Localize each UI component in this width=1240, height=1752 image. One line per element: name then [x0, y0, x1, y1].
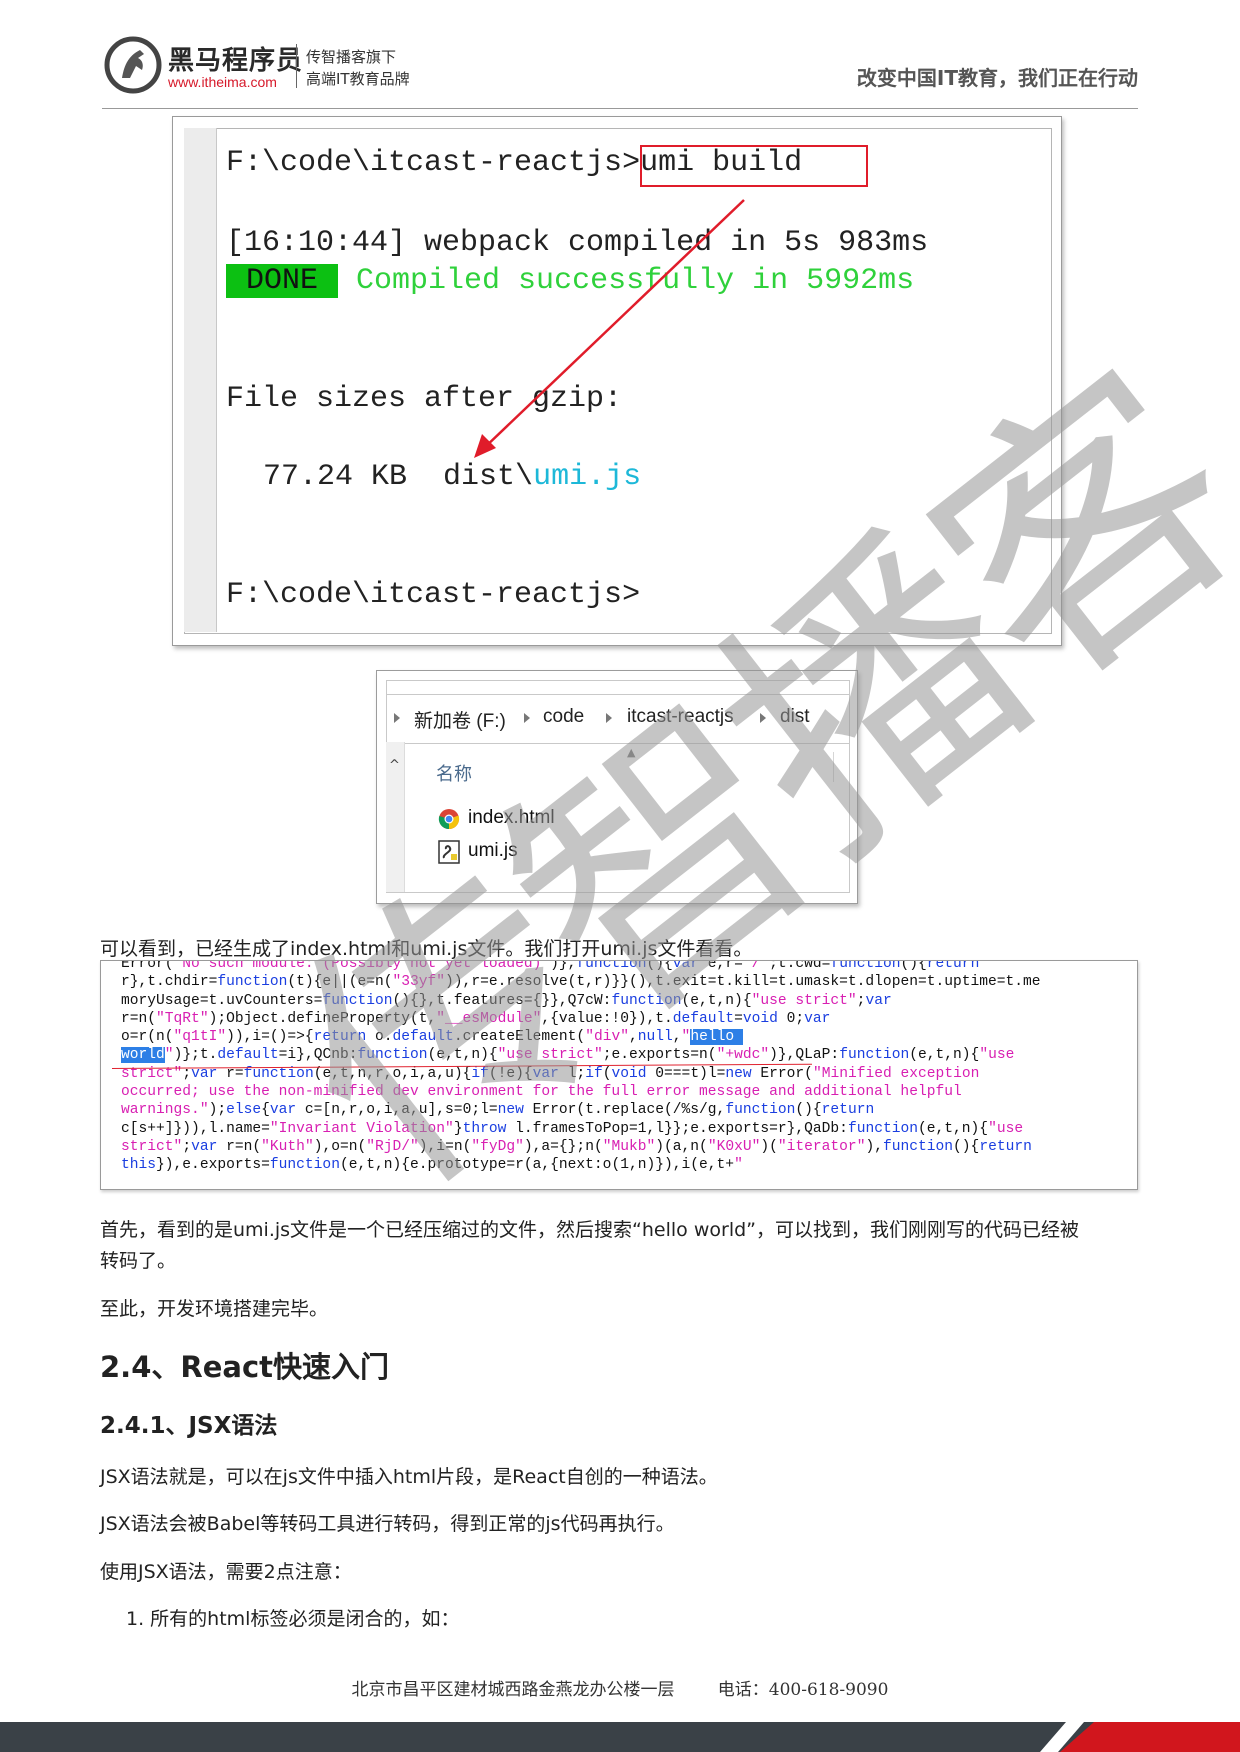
footer-address: 北京市昌平区建材城西路金燕龙办公楼一层: [351, 1680, 675, 1700]
code-line: strict";var r=n("Kuth"),o=n("RjD/"),i=n(…: [121, 1138, 1032, 1155]
paragraph-jsx-notes: 使用JSX语法，需要2点注意：: [100, 1561, 352, 1583]
footer-phone: 电话：400-618-9090: [717, 1680, 889, 1700]
horse-logo-icon: [104, 36, 162, 94]
logo-divider: [296, 44, 297, 88]
command-highlight-box: [640, 145, 868, 187]
section-heading-react-intro: 2.4、React快速入门: [100, 1350, 389, 1384]
red-arrow-annotation: [474, 199, 745, 458]
header-divider: [102, 108, 1138, 109]
brand-url: www.itheima.com: [168, 74, 277, 90]
paragraph-explanation-line-2: 转码了。: [100, 1250, 177, 1272]
paragraph-jsx-babel: JSX语法会被Babel等转码工具进行转码，得到正常的js代码再执行。: [100, 1513, 675, 1535]
footer-contact: 北京市昌平区建材城西路金燕龙办公楼一层 电话：400-618-9090: [0, 1675, 1240, 1700]
size-value: 77.24 KB: [263, 460, 408, 494]
brand-tagline-1: 传智播客旗下: [306, 48, 397, 66]
scroll-up-icon[interactable]: ^: [389, 758, 400, 773]
done-badge: DONE: [226, 264, 339, 298]
list-item-closed-tags: 1. 所有的html标签必须是闭合的，如：: [126, 1608, 460, 1630]
paragraph-setup-done: 至此，开发环境搭建完毕。: [100, 1298, 329, 1320]
paragraph-explanation-line-1: 首先，看到的是umi.js文件是一个已经压缩过的文件，然后搜索“hello wo…: [100, 1219, 1080, 1241]
terminal-line-prompt: F:\code\itcast-reactjs>: [226, 578, 641, 612]
paragraph-jsx-definition: JSX语法就是，可以在js文件中插入html片段，是React自创的一种语法。: [100, 1466, 718, 1488]
search-highlight: world: [121, 1047, 165, 1064]
brand-logo: 黑马程序员 www.itheima.com 传智播客旗下 高端IT教育品牌: [104, 36, 464, 96]
code-line: this}),e.exports=function(e,t,n){e.proto…: [121, 1157, 743, 1174]
breadcrumb-chevron-icon: [394, 713, 400, 723]
terminal-gutter: [184, 128, 217, 632]
code-line: c[s++]})),l.name="Invariant Violation"}t…: [121, 1120, 1024, 1137]
brand-tagline-2: 高端IT教育品牌: [306, 70, 410, 88]
terminal-prompt: F:\code\itcast-reactjs>: [226, 146, 641, 180]
brand-name: 黑马程序员: [168, 46, 304, 76]
subsection-heading-jsx: 2.4.1、JSX语法: [100, 1413, 278, 1439]
header-slogan: 改变中国IT教育，我们正在行动: [856, 66, 1138, 90]
